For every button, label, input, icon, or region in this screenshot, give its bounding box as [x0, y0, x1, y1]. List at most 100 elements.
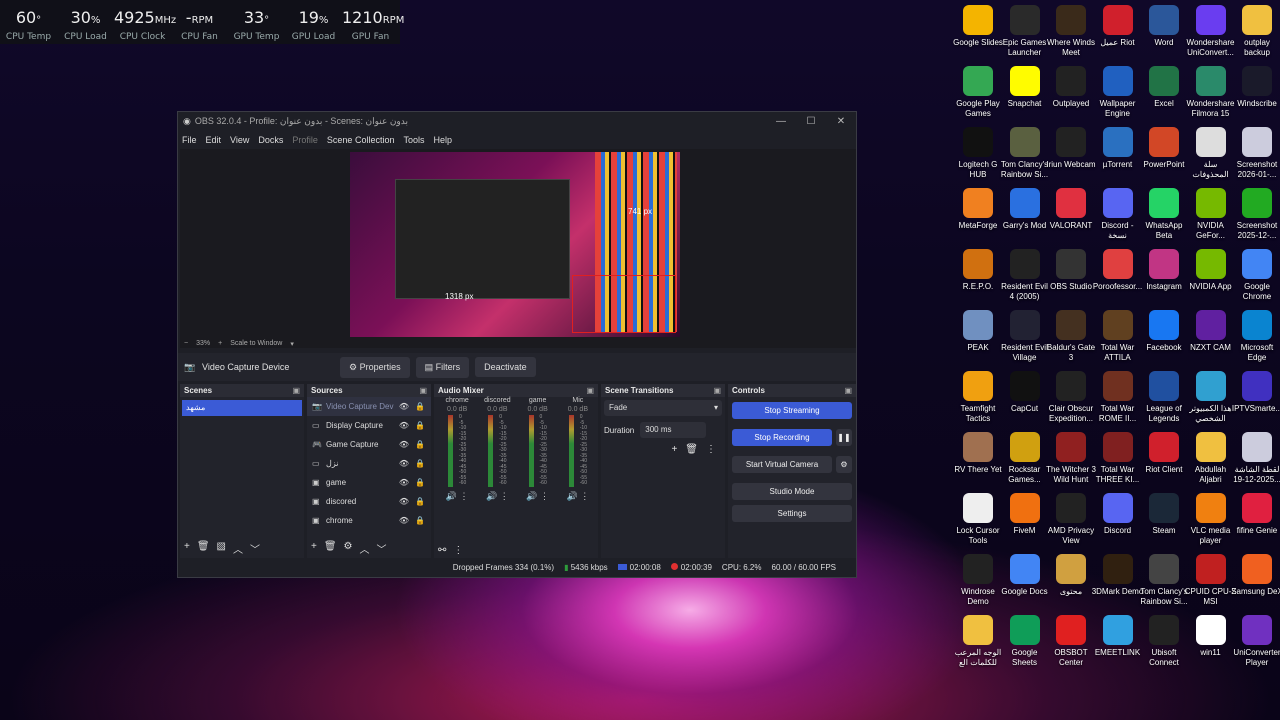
move-up-icon[interactable]: ︿: [233, 541, 243, 556]
desktop-icon[interactable]: Riot Client: [1138, 432, 1190, 475]
desktop-icon[interactable]: Snapchat: [999, 66, 1051, 109]
desktop-icon[interactable]: OBSBOT Center: [1045, 615, 1097, 668]
filters-button[interactable]: ▤ Filters: [415, 356, 470, 378]
desktop-icon[interactable]: Google Chrome: [1231, 249, 1280, 302]
desktop-icon[interactable]: Excel: [1138, 66, 1190, 109]
desktop-icon[interactable]: NZXT CAM: [1185, 310, 1237, 353]
duration-input[interactable]: 300 ms: [640, 422, 707, 438]
desktop-icon[interactable]: VALORANT: [1045, 188, 1097, 231]
gear-icon[interactable]: ⚙: [344, 541, 353, 556]
lock-icon[interactable]: 🔒: [415, 421, 425, 430]
desktop-icon[interactable]: CPUID CPU-Z MSI: [1185, 554, 1237, 607]
desktop-icon[interactable]: هذا الكمبيوتر الشخصي: [1185, 371, 1237, 424]
source-item[interactable]: 🎮 Game Capture 👁 🔒: [307, 435, 431, 454]
preview-image[interactable]: 1318 px 741 px: [350, 152, 680, 337]
menu-item[interactable]: Profile: [292, 135, 318, 145]
menu-item[interactable]: Scene Collection: [327, 135, 395, 145]
selection-box[interactable]: [572, 275, 676, 333]
desktop-icon[interactable]: Lock Cursor Tools: [952, 493, 1004, 546]
move-down-icon[interactable]: ﹀: [250, 541, 260, 556]
desktop-icon[interactable]: Google Slides: [952, 5, 1004, 48]
desktop-icon[interactable]: Wondershare UniConvert...: [1185, 5, 1237, 58]
speaker-icon[interactable]: 🔊: [446, 491, 457, 501]
add-icon[interactable]: +: [671, 444, 677, 455]
more-icon[interactable]: ⋮: [459, 491, 468, 501]
deactivate-button[interactable]: Deactivate: [475, 357, 536, 377]
zoom-out-button[interactable]: −: [184, 340, 188, 352]
more-icon[interactable]: ⋮: [540, 491, 549, 501]
start-virtual-camera-button[interactable]: Start Virtual Camera: [732, 456, 832, 473]
settings-button[interactable]: Settings: [732, 505, 852, 522]
trash-icon[interactable]: 🗑: [685, 444, 698, 455]
desktop-icon[interactable]: Windscribe: [1231, 66, 1280, 109]
desktop-icon[interactable]: RV There Yet: [952, 432, 1004, 475]
move-up-icon[interactable]: ︿: [360, 541, 370, 556]
lock-icon[interactable]: 🔒: [415, 478, 425, 487]
desktop-icon[interactable]: µTorrent: [1092, 127, 1144, 170]
speaker-icon[interactable]: 🔊: [486, 491, 497, 501]
filter-icon[interactable]: ▧: [217, 541, 226, 556]
desktop-icon[interactable]: Word: [1138, 5, 1190, 48]
desktop-icon[interactable]: Wallpaper Engine: [1092, 66, 1144, 119]
desktop-icon[interactable]: Instagram: [1138, 249, 1190, 292]
desktop-icon[interactable]: PEAK: [952, 310, 1004, 353]
dock-menu-icon[interactable]: ▣: [844, 384, 852, 397]
desktop-icon[interactable]: NVIDIA GeFor...: [1185, 188, 1237, 241]
properties-button[interactable]: ⚙ Properties: [340, 356, 410, 378]
add-icon[interactable]: +: [311, 541, 317, 556]
desktop-icon[interactable]: Epic Games Launcher: [999, 5, 1051, 58]
eye-icon[interactable]: 👁: [399, 459, 409, 468]
desktop-icon[interactable]: Baldur's Gate 3: [1045, 310, 1097, 363]
speaker-icon[interactable]: 🔊: [567, 491, 578, 501]
speaker-icon[interactable]: 🔊: [526, 491, 537, 501]
desktop-icon[interactable]: Discord: [1092, 493, 1144, 536]
eye-icon[interactable]: 👁: [399, 497, 409, 506]
more-icon[interactable]: ⋮: [500, 491, 509, 501]
more-icon[interactable]: ⋮: [580, 491, 589, 501]
desktop-icon[interactable]: 3DMark Demo: [1092, 554, 1144, 597]
desktop-icon[interactable]: Discord - نسخة: [1092, 188, 1144, 241]
desktop-icon[interactable]: Poroofessor...: [1092, 249, 1144, 292]
more-icon[interactable]: ⋮: [453, 545, 463, 556]
desktop-icon[interactable]: League of Legends: [1138, 371, 1190, 424]
menu-item[interactable]: Tools: [403, 135, 424, 145]
desktop-icon[interactable]: Wondershare Filmora 15: [1185, 66, 1237, 119]
desktop-icon[interactable]: WhatsApp Beta: [1138, 188, 1190, 241]
desktop-icon[interactable]: Tom Clancy's Rainbow Si...: [1138, 554, 1190, 607]
desktop-icon[interactable]: Google Play Games: [952, 66, 1004, 119]
link-icon[interactable]: ⚯: [438, 545, 446, 556]
source-item[interactable]: ▣ game 👁 🔒: [307, 473, 431, 492]
transition-select[interactable]: Fade ▾: [604, 400, 722, 416]
desktop-icon[interactable]: Steam: [1138, 493, 1190, 536]
eye-icon[interactable]: 👁: [399, 478, 409, 487]
eye-icon[interactable]: 👁: [399, 421, 409, 430]
stop-streaming-button[interactable]: Stop Streaming: [732, 402, 852, 419]
desktop-icon[interactable]: win11: [1185, 615, 1237, 658]
desktop-icon[interactable]: NVIDIA App: [1185, 249, 1237, 292]
desktop-icon[interactable]: Windrose Demo: [952, 554, 1004, 607]
trash-icon[interactable]: 🗑: [197, 541, 210, 556]
desktop-icon[interactable]: Clair Obscur Expedition...: [1045, 371, 1097, 424]
desktop-icon[interactable]: IPTVSmarte...: [1231, 371, 1280, 414]
move-down-icon[interactable]: ﹀: [377, 541, 387, 556]
trash-icon[interactable]: 🗑: [324, 541, 337, 556]
desktop-icon[interactable]: Screenshot 2026-01-...: [1231, 127, 1280, 180]
menu-item[interactable]: View: [230, 135, 249, 145]
desktop-icon[interactable]: الوجه المرعب للكلمات الع: [952, 615, 1004, 668]
eye-icon[interactable]: 👁: [399, 516, 409, 525]
desktop-icon[interactable]: Resident Evil 4 (2005): [999, 249, 1051, 302]
desktop-icon[interactable]: Tom Clancy's Rainbow Si...: [999, 127, 1051, 180]
studio-mode-button[interactable]: Studio Mode: [732, 483, 852, 500]
lock-icon[interactable]: 🔒: [415, 440, 425, 449]
desktop-icon[interactable]: Outplayed: [1045, 66, 1097, 109]
pause-icon[interactable]: ❚❚: [836, 429, 852, 446]
desktop-icon[interactable]: MetaForge: [952, 188, 1004, 231]
desktop-icon[interactable]: Where Winds Meet: [1045, 5, 1097, 58]
desktop-icon[interactable]: محتوى: [1045, 554, 1097, 597]
desktop-icon[interactable]: Samsung DeX: [1231, 554, 1280, 597]
lock-icon[interactable]: 🔒: [415, 497, 425, 506]
close-icon[interactable]: ✕: [826, 116, 856, 127]
desktop-icon[interactable]: Garry's Mod: [999, 188, 1051, 231]
desktop-icon[interactable]: EMEETLINK: [1092, 615, 1144, 658]
desktop-icon[interactable]: عميل Riot: [1092, 5, 1144, 48]
